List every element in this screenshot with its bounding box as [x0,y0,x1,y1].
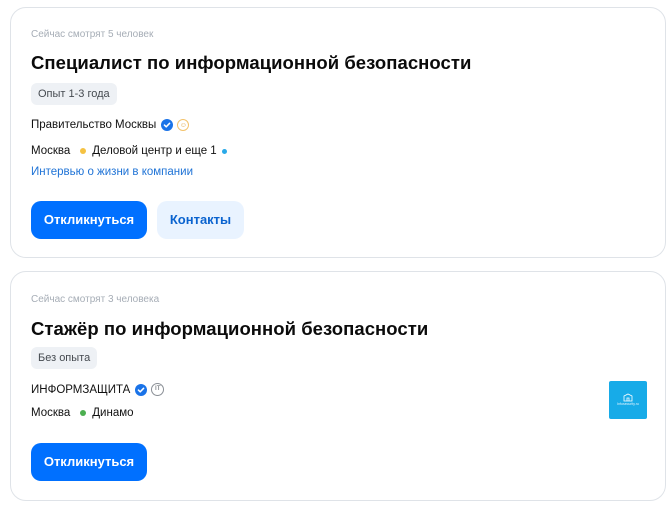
verified-check-icon [161,119,174,131]
location-row: Москва Динамо [31,407,134,419]
company-logo-text: Infosecurity.ru [617,402,639,407]
company-row: Правительство Москвы ☺ [31,119,190,131]
metro-extra-line-dot [221,148,227,154]
company-logo[interactable]: Infosecurity.ru [609,381,647,419]
company-name[interactable]: Правительство Москвы [31,119,156,131]
smile-rating-icon[interactable]: ☺ [177,119,190,131]
respond-button[interactable]: Откликнуться [31,201,147,239]
location-row: Москва Деловой центр и еще 1 [31,145,227,157]
respond-button[interactable]: Откликнуться [31,443,147,481]
verified-check-icon [135,383,148,396]
company-row: ИНФОРМЗАЩИТА IT [31,383,165,396]
metro-line-dot [80,148,87,154]
vacancy-title[interactable]: Стажёр по информационной безопасности [31,318,428,340]
experience-badge: Без опыта [31,347,98,369]
metro-station: Деловой центр и еще 1 [92,145,217,157]
company-name[interactable]: ИНФОРМЗАЩИТА [31,384,130,396]
vacancy-title[interactable]: Специалист по информационной безопасност… [31,52,471,74]
viewers-count: Сейчас смотрят 5 человек [31,29,154,40]
company-interview-link[interactable]: Интервью о жизни в компании [31,166,193,178]
vacancy-card[interactable]: Сейчас смотрят 5 человек Специалист по и… [10,7,666,258]
it-accreditation-icon[interactable]: IT [151,383,165,396]
city: Москва [31,145,71,157]
company-logo-mark-icon [623,393,633,402]
viewers-count: Сейчас смотрят 3 человека [31,294,160,305]
city: Москва [31,407,71,419]
contacts-button[interactable]: Контакты [157,201,244,239]
metro-line-dot [80,410,87,416]
vacancy-card[interactable]: Сейчас смотрят 3 человека Стажёр по инфо… [10,271,666,501]
metro-station: Динамо [92,407,134,419]
experience-badge: Опыт 1-3 года [31,83,117,105]
